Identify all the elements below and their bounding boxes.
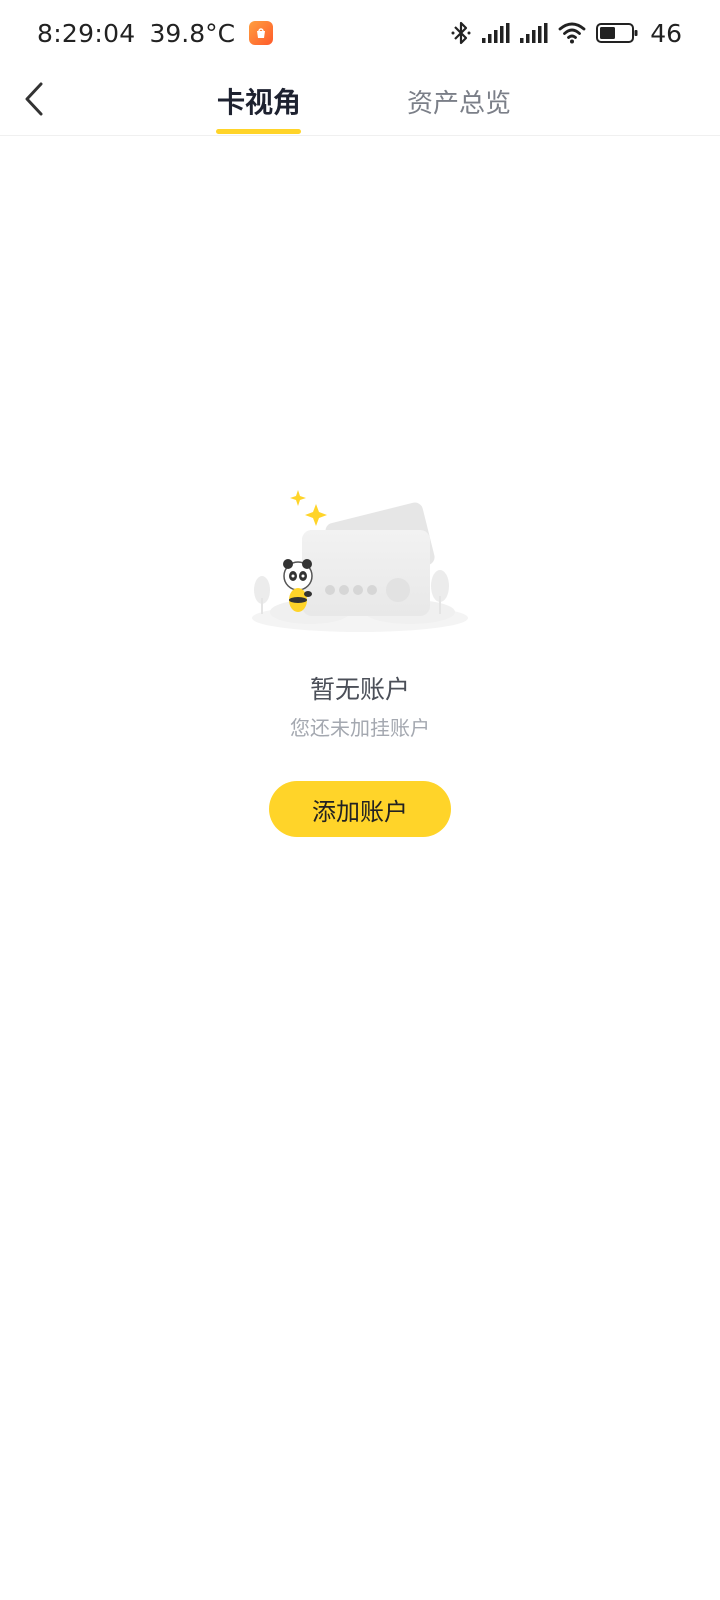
- header: 卡视角 资产总览: [0, 66, 720, 136]
- signal-icon: [482, 23, 510, 43]
- back-button[interactable]: [14, 74, 54, 124]
- app-notification-icon: [249, 21, 274, 45]
- status-right: 46: [450, 19, 682, 48]
- battery-icon: [596, 23, 638, 43]
- tab-card-view[interactable]: 卡视角: [217, 74, 301, 128]
- status-left: 8:29:04 39.8°C: [37, 18, 274, 48]
- bluetooth-icon: [450, 20, 472, 46]
- status-time: 8:29:04: [37, 18, 136, 48]
- empty-state-title: 暂无账户: [309, 675, 410, 704]
- tab-asset-overview[interactable]: 资产总览: [407, 74, 511, 128]
- add-account-button[interactable]: 添加账户: [269, 781, 451, 837]
- status-bar: 8:29:04 39.8°C 46: [0, 0, 720, 66]
- empty-state-illustration: [250, 490, 470, 640]
- tab-active-indicator: [216, 129, 301, 134]
- chevron-left-icon: [25, 82, 43, 116]
- status-temperature: 39.8°C: [149, 18, 236, 48]
- empty-state-subtitle: 您还未加挂账户: [290, 716, 430, 740]
- signal-icon: [520, 23, 548, 43]
- wifi-icon: [558, 22, 586, 44]
- battery-level: 46: [650, 18, 682, 48]
